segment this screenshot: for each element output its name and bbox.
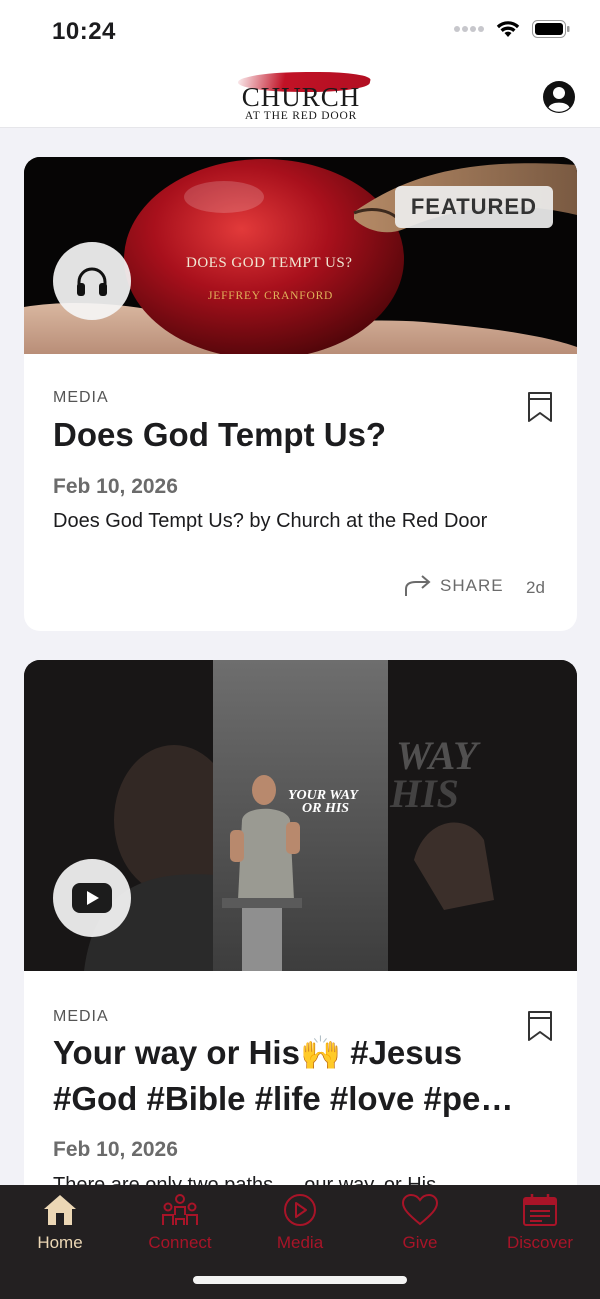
wifi-icon	[496, 21, 520, 37]
tab-discover[interactable]: Discover	[480, 1193, 600, 1261]
media-card[interactable]: WAY HIS YOUR WAY OR HIS MEDIA Your way o…	[24, 660, 577, 1185]
thumbnail-speaker: JEFFREY CRANFORD	[208, 290, 334, 302]
share-button[interactable]: SHARE	[404, 575, 504, 597]
people-icon	[162, 1194, 198, 1225]
card-description: Does God Tempt Us? by Church at the Red …	[53, 510, 488, 532]
tab-label: Give	[402, 1233, 438, 1252]
card-date: Feb 10, 2026	[53, 1138, 178, 1161]
logo-name: CHURCH	[241, 82, 361, 112]
card-title[interactable]: Your way or His🙌 #Jesus #God #Bible #lif…	[53, 1030, 553, 1122]
status-time: 10:24	[52, 18, 116, 45]
tab-label: Home	[37, 1233, 83, 1252]
home-indicator[interactable]	[193, 1276, 407, 1284]
feed[interactable]: FEATURED DOES GOD TEMPT US? JEFFREY CRAN…	[0, 129, 600, 1185]
tab-label: Discover	[506, 1233, 574, 1252]
status-icons	[454, 20, 570, 38]
home-icon	[44, 1195, 76, 1225]
church-logo[interactable]: CHURCH AT THE RED DOOR	[230, 68, 373, 124]
play-circle-icon	[284, 1194, 316, 1226]
audio-play-button[interactable]	[53, 242, 131, 320]
signal-icon	[454, 26, 484, 32]
tab-connect[interactable]: Connect	[120, 1193, 240, 1261]
media-card[interactable]: FEATURED DOES GOD TEMPT US? JEFFREY CRAN…	[24, 157, 577, 631]
tab-label: Connect	[148, 1233, 212, 1252]
tab-media[interactable]: Media	[240, 1193, 360, 1261]
featured-badge: FEATURED	[394, 186, 553, 228]
calendar-icon	[523, 1194, 557, 1226]
app-header: CHURCH AT THE RED DOOR	[0, 64, 600, 128]
media-thumbnail[interactable]: FEATURED DOES GOD TEMPT US? JEFFREY CRAN…	[24, 157, 577, 354]
post-age: 2d	[526, 578, 545, 597]
thumbnail-title: DOES GOD TEMPT US?	[186, 255, 353, 271]
card-description: There are only two paths — our way, or H…	[53, 1174, 437, 1185]
card-title[interactable]: Does God Tempt Us?	[53, 412, 553, 458]
tab-home[interactable]: Home	[0, 1193, 120, 1261]
person-circle-icon[interactable]	[542, 80, 576, 114]
thumbnail-watermark-line-2: HIS	[390, 771, 459, 816]
share-arrow-icon	[405, 575, 431, 596]
share-label: SHARE	[440, 576, 504, 595]
tab-label: Media	[276, 1233, 324, 1252]
thumbnail-overlay-line-2: OR HIS	[302, 801, 350, 816]
heart-icon	[401, 1193, 439, 1226]
battery-icon	[532, 20, 570, 38]
status-bar: 10:24	[0, 0, 600, 64]
logo-subtitle: AT THE RED DOOR	[244, 110, 358, 122]
card-date: Feb 10, 2026	[53, 475, 178, 498]
play-icon	[72, 883, 112, 913]
video-play-button[interactable]	[53, 859, 131, 937]
media-thumbnail[interactable]: WAY HIS YOUR WAY OR HIS	[24, 660, 577, 971]
category-label: MEDIA	[53, 389, 109, 406]
category-label: MEDIA	[53, 1008, 109, 1025]
tab-give[interactable]: Give	[360, 1193, 480, 1261]
headphones-icon	[77, 267, 107, 296]
